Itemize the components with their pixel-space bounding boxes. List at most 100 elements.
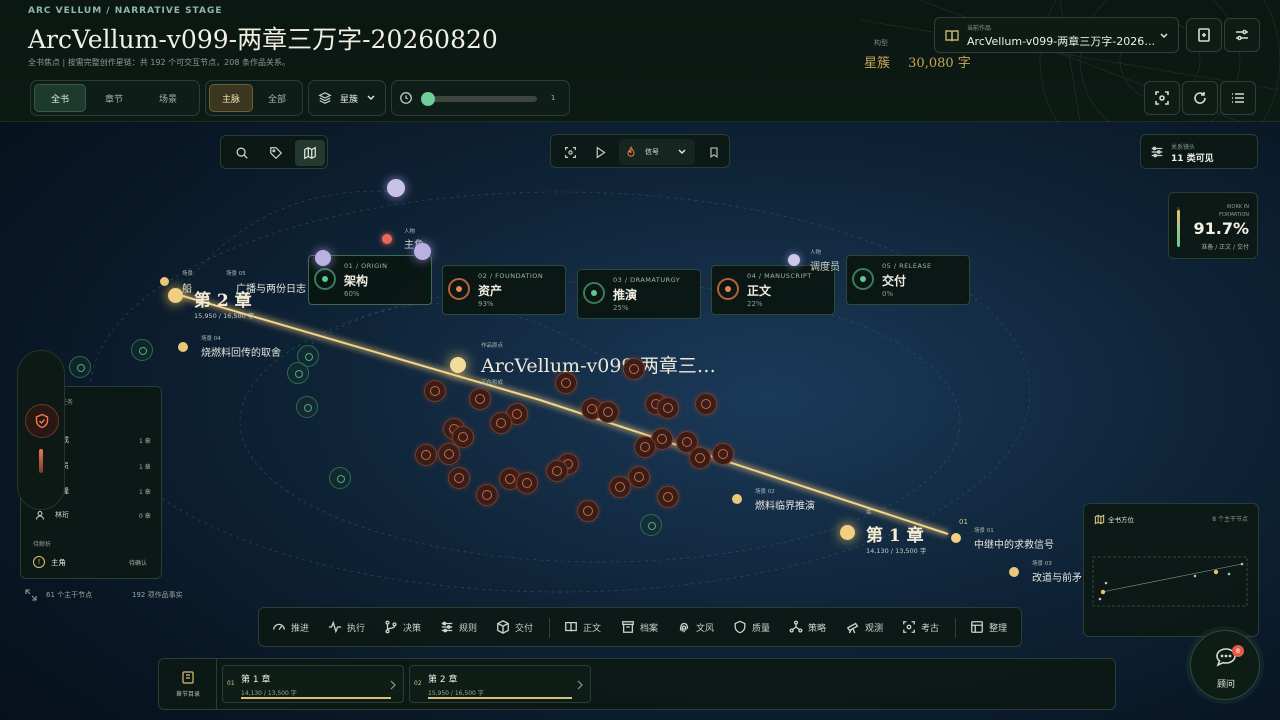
tool-manuscript-button[interactable]: 正文	[564, 620, 601, 634]
tool-deliver-button[interactable]: 交付	[496, 620, 533, 634]
signal-node[interactable]	[546, 460, 568, 482]
signal-node[interactable]	[597, 401, 619, 423]
star-node[interactable]	[414, 243, 431, 260]
signal-node[interactable]	[438, 443, 460, 465]
star-node[interactable]	[315, 250, 331, 266]
tool-rules-button[interactable]: 规则	[440, 620, 477, 634]
search-button[interactable]	[227, 140, 257, 166]
work-selector[interactable]: 当前作品 ArcVellum-v099-两章三万字-2026…	[934, 17, 1179, 53]
chapter-2-node[interactable]	[168, 288, 183, 303]
tab-all-lines[interactable]: 全部	[255, 84, 299, 112]
task-row-name[interactable]: 林珩	[55, 510, 69, 520]
tool-decide-button[interactable]: 决策	[384, 620, 421, 634]
settings-button[interactable]	[1224, 18, 1260, 52]
chapter-progress-bar	[241, 697, 391, 699]
tool-execute-button[interactable]: 执行	[328, 620, 365, 634]
signal-node[interactable]	[634, 436, 656, 458]
scene-node[interactable]	[178, 342, 188, 352]
tab-chapter[interactable]: 章节	[88, 84, 140, 112]
tool-style-button[interactable]: 文风	[677, 620, 714, 634]
signal-node[interactable]	[628, 466, 650, 488]
signal-node[interactable]	[623, 358, 645, 380]
task-node[interactable]	[329, 467, 351, 489]
scene-node[interactable]	[1009, 567, 1019, 577]
tag-icon	[270, 147, 283, 160]
new-document-button[interactable]	[1186, 18, 1222, 52]
list-button[interactable]	[1220, 81, 1256, 115]
signal-node[interactable]	[577, 500, 599, 522]
minimap-panel[interactable]: 全书方位 8 个主干节点	[1083, 503, 1259, 637]
signal-node[interactable]	[695, 393, 717, 415]
pending-item-status: 待确认	[129, 560, 148, 567]
scene02-label: 燃料临界推演	[755, 501, 815, 512]
relations-lens-button[interactable]: 关系镜头 11 类可见	[1140, 134, 1258, 169]
stage-ring-icon	[852, 268, 874, 290]
chapter-card-1[interactable]: 01 第 1 章 14,130 / 13,500 字	[222, 665, 404, 703]
tool-strategy-button[interactable]: 策略	[789, 620, 826, 634]
tool-archaeology-button[interactable]: 考古	[902, 620, 939, 634]
capture-button[interactable]	[557, 139, 583, 165]
timeline-slider[interactable]	[419, 84, 538, 112]
tags-button[interactable]	[261, 140, 291, 166]
chapter-card-2[interactable]: 02 第 2 章 15,950 / 16,500 字	[409, 665, 591, 703]
pending-item-name[interactable]: 主角	[51, 557, 66, 568]
sliders-icon	[441, 621, 453, 633]
chevron-down-icon	[367, 95, 375, 100]
signal-node[interactable]	[469, 388, 491, 410]
task-node[interactable]	[287, 362, 309, 384]
bookmark-button[interactable]	[701, 139, 727, 165]
stage-card-release[interactable]: 05 / RELEASE 交付 0%	[846, 255, 970, 305]
work-origin-status: 正在形成	[481, 380, 504, 386]
star-node[interactable]	[387, 179, 405, 197]
play-button[interactable]	[587, 139, 613, 165]
signal-node[interactable]	[415, 444, 437, 466]
stage-card-foundation[interactable]: 02 / FOUNDATION 资产 93%	[442, 265, 566, 315]
signal-node[interactable]	[448, 467, 470, 489]
tool-quality-button[interactable]: 质量	[733, 620, 770, 634]
stage-card-dramaturgy[interactable]: 03 / DRAMATURGY 推演 25%	[577, 269, 701, 319]
map-button[interactable]	[295, 140, 325, 166]
stage-name: 架构	[344, 274, 369, 288]
tool-observe-button[interactable]: 观测	[846, 620, 883, 634]
task-node[interactable]	[296, 396, 318, 418]
guard-button[interactable]	[25, 404, 59, 438]
signal-node[interactable]	[476, 484, 498, 506]
tool-archive-button[interactable]: 档案	[621, 620, 658, 634]
chapter-card-title: 第 2 章	[428, 675, 458, 685]
scene-node[interactable]	[160, 277, 169, 286]
signal-node[interactable]	[516, 472, 538, 494]
signal-node[interactable]	[424, 380, 446, 402]
reset-button[interactable]	[1182, 81, 1218, 115]
layer-select[interactable]: 星簇	[308, 80, 386, 116]
signal-mode-select[interactable]: 信号	[619, 139, 695, 165]
task-node[interactable]	[131, 339, 153, 361]
signal-node[interactable]	[609, 476, 631, 498]
meta-label: 构型	[874, 39, 888, 47]
dispatcher-node[interactable]	[788, 254, 800, 266]
stage-ring-icon	[717, 278, 739, 300]
scene-node[interactable]	[732, 494, 742, 504]
tool-organize-button[interactable]: 整理	[970, 620, 1007, 634]
tab-main-line[interactable]: 主脉	[209, 84, 254, 112]
task-node[interactable]	[640, 514, 662, 536]
work-origin-node[interactable]	[450, 357, 466, 373]
signal-node[interactable]	[657, 397, 679, 419]
signal-node[interactable]	[712, 443, 734, 465]
signal-node[interactable]	[490, 412, 512, 434]
tab-scene[interactable]: 场景	[142, 84, 194, 112]
advisor-button[interactable]: 8 顾问	[1190, 630, 1260, 700]
tool-advance-button[interactable]: 推进	[272, 620, 309, 634]
bookmark-list-icon	[182, 671, 194, 684]
task-node[interactable]	[69, 356, 91, 378]
focus-button[interactable]	[1144, 81, 1180, 115]
signal-node[interactable]	[689, 447, 711, 469]
tab-whole-book[interactable]: 全书	[34, 84, 86, 112]
signal-node[interactable]	[555, 372, 577, 394]
protagonist-node[interactable]	[382, 234, 392, 244]
chapter-1-node[interactable]	[840, 525, 855, 540]
signal-node[interactable]	[657, 486, 679, 508]
scene-node[interactable]	[951, 533, 961, 543]
branch-icon	[385, 620, 397, 634]
sliders-icon	[1236, 29, 1248, 41]
chapter-index-button[interactable]: 章节目录	[159, 659, 217, 709]
